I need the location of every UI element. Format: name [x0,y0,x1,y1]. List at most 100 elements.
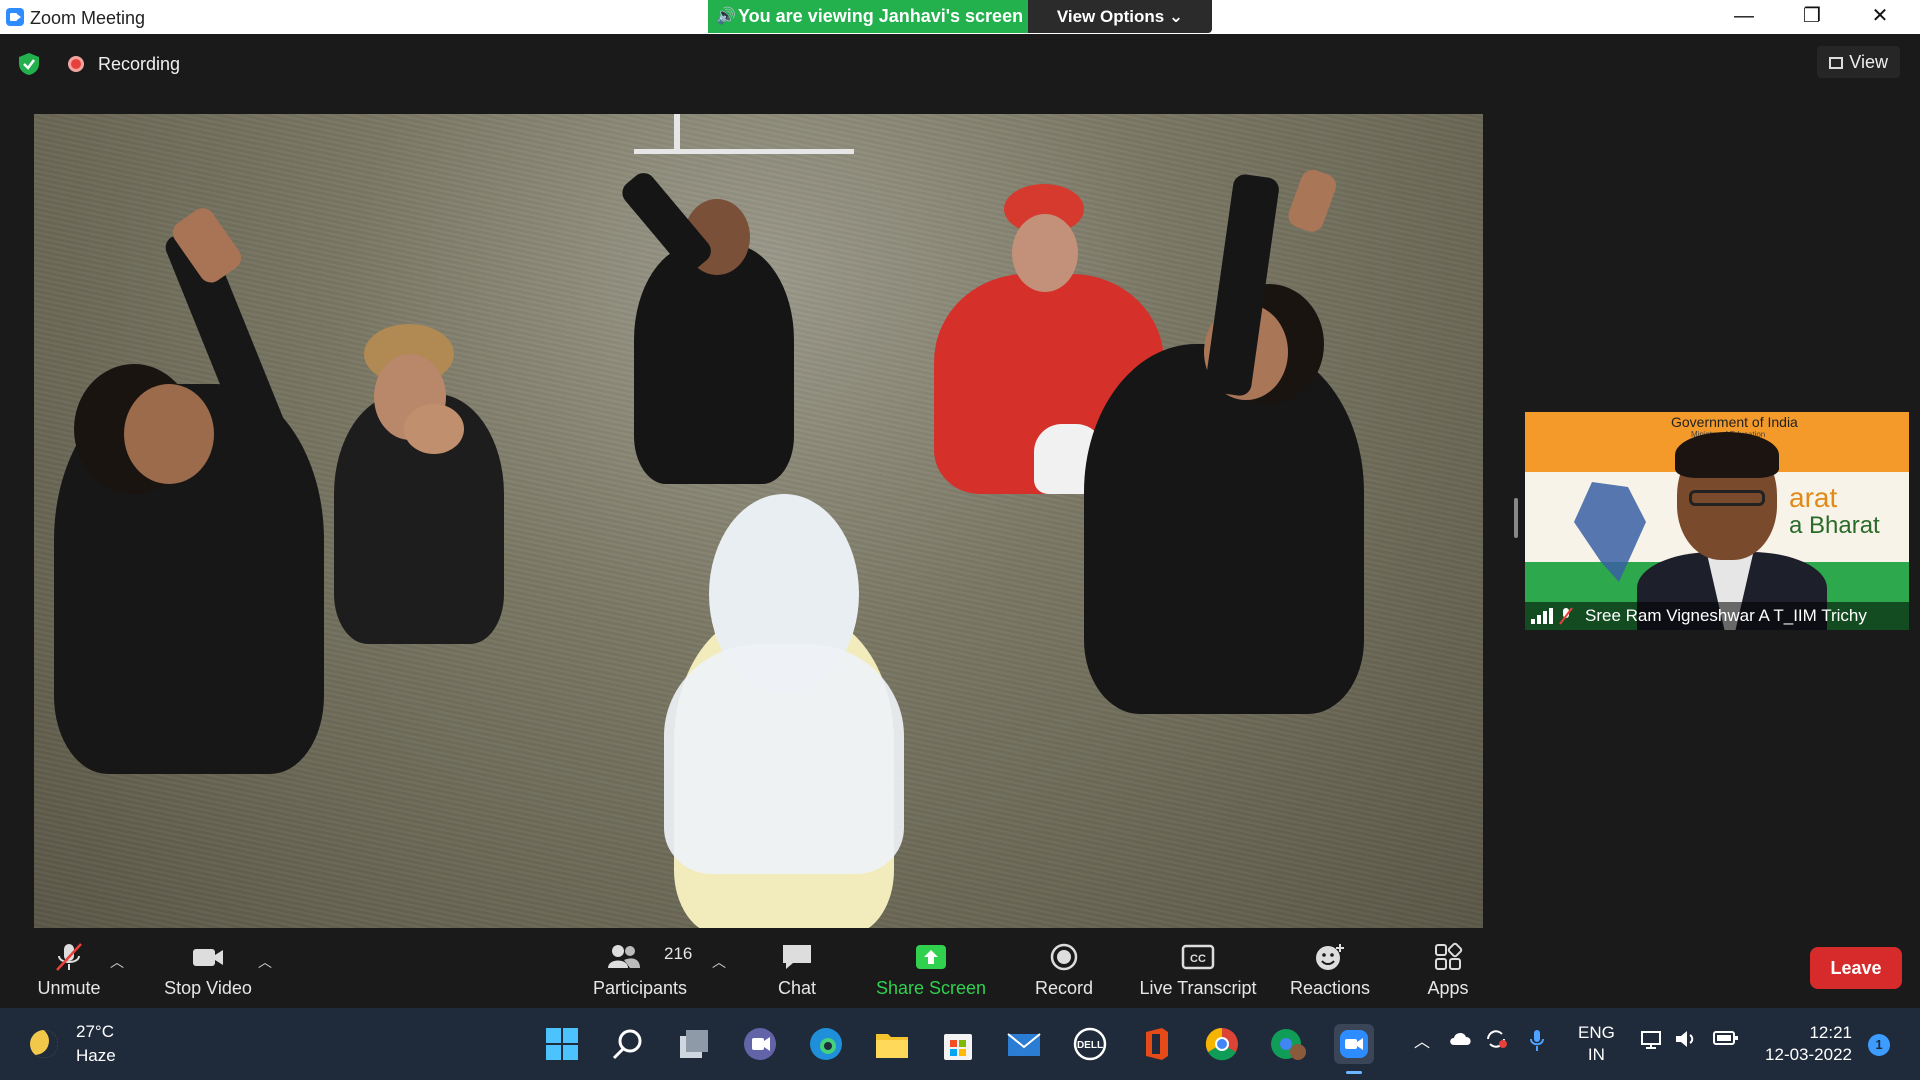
microphone-tray-icon[interactable] [1528,1028,1546,1052]
closed-caption-icon: CC [1181,944,1215,970]
chat-icon [783,945,811,969]
chrome-profile-icon[interactable] [1268,1024,1308,1064]
participant-video-tile[interactable]: Government of India Ministry of Educatio… [1525,412,1909,630]
battery-icon[interactable] [1712,1028,1740,1048]
shared-screen-video[interactable] [34,114,1483,928]
chat-button[interactable]: Chat [756,932,838,1008]
background-text-bharat: a Bharat [1789,512,1880,539]
volume-icon[interactable] [1674,1028,1698,1050]
performer-back [617,154,824,484]
restore-button[interactable]: ❐ [1778,0,1846,34]
audio-options-caret-icon[interactable]: ︿ [110,952,124,972]
zoom-app-icon [6,8,24,26]
sync-icon[interactable] [1484,1028,1508,1050]
share-screen-button[interactable]: Share Screen [872,932,990,1008]
window-title: Zoom Meeting [30,8,146,28]
edge-browser-icon[interactable] [806,1024,846,1064]
meeting-area: Recording View Government of India arat … [0,34,1920,932]
performer-right [1064,166,1404,734]
recording-label: Recording [98,54,181,74]
zoom-icon [1340,1030,1368,1058]
performer-woman-scarf [324,314,524,654]
stop-video-button[interactable]: Stop Video [156,932,260,1008]
live-transcript-button[interactable]: CC Live Transcript [1130,932,1266,1008]
windows-start-icon[interactable] [542,1024,582,1064]
live-transcript-label: Live Transcript [1139,978,1257,998]
muted-mic-icon [1559,607,1573,625]
stop-video-label: Stop Video [164,978,252,998]
microphone-muted-icon [56,943,82,971]
view-options-button[interactable]: View Options ⌄ [1028,0,1212,33]
teams-chat-icon[interactable] [740,1024,780,1064]
participant-name-bar: Sree Ram Vigneshwar A T_IIM Trichy [1525,602,1909,630]
participant-name: Sree Ram Vigneshwar A T_IIM Trichy [1585,606,1867,625]
chevron-down-icon: ⌄ [1168,7,1184,26]
mail-icon[interactable] [1004,1024,1044,1064]
file-explorer-icon[interactable] [872,1024,912,1064]
share-screen-icon [916,945,946,969]
share-screen-label: Share Screen [875,978,987,998]
background-text-government: Government of India [1671,414,1798,430]
chrome-icon[interactable] [1202,1024,1242,1064]
windows-taskbar: 27°C Haze DELL ︿ ENG IN 12:21 12-03-2022… [0,1008,1920,1080]
minimize-button[interactable]: — [1710,0,1778,34]
background-text-arat: arat [1789,482,1838,513]
apps-icon [1435,942,1463,970]
performer-front-veiled [654,494,914,928]
weather-temperature[interactable]: 27°C [76,1022,114,1042]
onedrive-cloud-icon[interactable] [1448,1028,1474,1048]
video-camera-icon [193,949,223,966]
signal-strength-icon [1531,608,1553,624]
view-button[interactable]: View [1817,46,1900,78]
weather-condition[interactable]: Haze [76,1046,116,1066]
goalpost [634,114,854,154]
record-label: Record [1034,978,1094,998]
viewing-screen-banner: 🔊 You are viewing Janhavi's screen [708,0,1028,33]
search-icon[interactable] [608,1024,648,1064]
moon-weather-icon[interactable] [30,1030,58,1058]
participants-icon [608,945,641,968]
participants-options-caret-icon[interactable]: ︿ [712,952,726,972]
task-view-icon[interactable] [674,1024,714,1064]
show-hidden-icons-chevron-icon[interactable]: ︿ [1414,1028,1430,1052]
apps-label: Apps [1427,978,1469,998]
reactions-button[interactable]: Reactions [1282,932,1378,1008]
recording-dot-icon [68,56,84,72]
view-options-label: View Options [1056,7,1165,26]
language-code: ENG [1578,1023,1615,1042]
participants-count: 216 [664,944,693,963]
meeting-controls-bar: Unmute ︿ Stop Video ︿ 216 Participants ︿… [0,932,1920,1008]
participants-label: Participants [592,978,688,998]
unmute-label: Unmute [37,978,101,998]
participant-hair [1675,432,1779,478]
chat-label: Chat [777,978,817,998]
participants-button[interactable]: 216 Participants [584,932,696,1008]
office-icon[interactable] [1136,1024,1176,1064]
svg-text:CC: CC [1190,953,1206,965]
window-title-bar: Zoom Meeting 🔊 You are viewing Janhavi's… [0,0,1920,34]
leave-button[interactable]: Leave [1810,947,1902,989]
network-icon[interactable] [1640,1028,1664,1050]
close-button[interactable]: ✕ [1846,0,1914,34]
dell-icon[interactable]: DELL [1070,1024,1110,1064]
record-button[interactable]: Record [1020,932,1108,1008]
panel-splitter[interactable] [1514,498,1518,538]
notification-badge[interactable]: 1 [1868,1034,1890,1056]
microsoft-store-icon[interactable] [938,1024,978,1064]
video-options-caret-icon[interactable]: ︿ [258,952,272,972]
clock-date: 12-03-2022 [1765,1045,1852,1064]
zoom-taskbar-button[interactable] [1334,1024,1374,1074]
speaker-icon: 🔊 [716,8,736,25]
record-icon [1050,943,1078,971]
participant-glasses [1689,490,1765,506]
viewing-banner-text: You are viewing Janhavi's screen [738,6,1024,26]
apps-button[interactable]: Apps [1412,932,1484,1008]
security-shield-icon[interactable] [18,52,40,76]
unmute-button[interactable]: Unmute [26,932,112,1008]
reactions-smiley-icon [1316,944,1344,970]
system-clock[interactable]: 12:21 12-03-2022 [1756,1022,1852,1066]
grid-view-icon [1829,57,1844,69]
reactions-label: Reactions [1289,978,1371,998]
language-indicator[interactable]: ENG IN [1578,1022,1615,1066]
clock-time: 12:21 [1809,1023,1852,1042]
